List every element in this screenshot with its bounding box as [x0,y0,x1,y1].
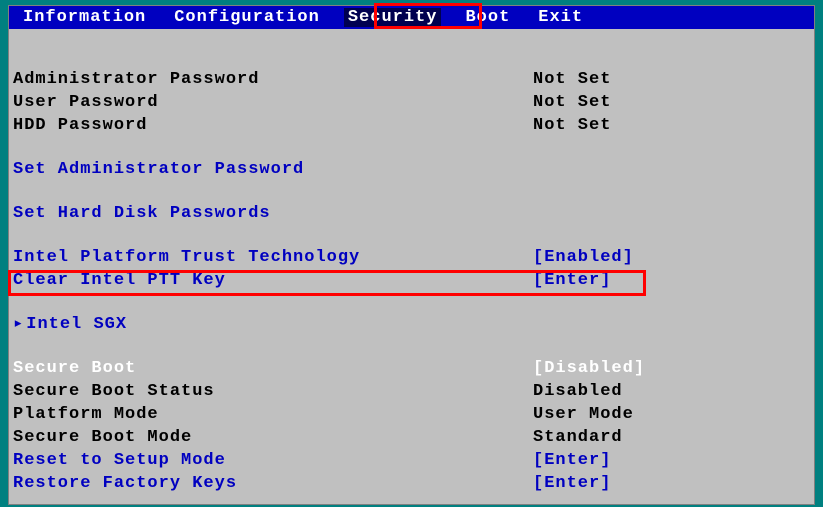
user-password-value: Not Set [533,92,611,113]
row-set-admin-password[interactable]: Set Administrator Password [13,158,810,181]
row-admin-password: Administrator Password Not Set [13,68,810,91]
admin-password-label: Administrator Password [13,69,533,90]
intel-ptt-value: [Enabled] [533,247,634,268]
platform-mode-value: User Mode [533,404,634,425]
content-area: Administrator Password Not Set User Pass… [9,29,814,499]
intel-ptt-label: Intel Platform Trust Technology [13,247,533,268]
hdd-password-label: HDD Password [13,115,533,136]
menu-boot[interactable]: Boot [461,8,514,27]
restore-factory-label: Restore Factory Keys [13,473,533,494]
row-clear-ptt[interactable]: Clear Intel PTT Key [Enter] [13,269,810,292]
menu-exit[interactable]: Exit [534,8,587,27]
row-restore-factory[interactable]: Restore Factory Keys [Enter] [13,472,810,495]
row-hdd-password: HDD Password Not Set [13,114,810,137]
user-password-label: User Password [13,92,533,113]
row-intel-sgx[interactable]: ▸Intel SGX [13,313,810,336]
admin-password-value: Not Set [533,69,611,90]
menu-configuration[interactable]: Configuration [170,8,324,27]
clear-ptt-value: [Enter] [533,270,611,291]
secure-boot-mode-value: Standard [533,427,623,448]
hdd-password-value: Not Set [533,115,611,136]
set-admin-password-label: Set Administrator Password [13,159,533,180]
set-hdd-passwords-label: Set Hard Disk Passwords [13,203,533,224]
intel-sgx-label: ▸Intel SGX [13,314,533,335]
platform-mode-label: Platform Mode [13,404,533,425]
clear-ptt-label: Clear Intel PTT Key [13,270,533,291]
secure-boot-mode-label: Secure Boot Mode [13,427,533,448]
row-platform-mode: Platform Mode User Mode [13,403,810,426]
secure-boot-status-value: Disabled [533,381,623,402]
row-secure-boot-status: Secure Boot Status Disabled [13,380,810,403]
row-secure-boot-mode: Secure Boot Mode Standard [13,426,810,449]
bios-window: Information Configuration Security Boot … [8,5,815,505]
menu-security[interactable]: Security [344,8,442,27]
row-secure-boot[interactable]: Secure Boot [Disabled] [13,357,810,380]
submenu-arrow-icon: ▸ [13,314,24,335]
menu-bar: Information Configuration Security Boot … [9,6,814,29]
secure-boot-value: [Disabled] [533,358,645,379]
menu-information[interactable]: Information [19,8,150,27]
secure-boot-label: Secure Boot [13,358,533,379]
row-intel-ptt[interactable]: Intel Platform Trust Technology [Enabled… [13,246,810,269]
secure-boot-status-label: Secure Boot Status [13,381,533,402]
row-user-password: User Password Not Set [13,91,810,114]
restore-factory-value: [Enter] [533,473,611,494]
row-set-hdd-passwords[interactable]: Set Hard Disk Passwords [13,202,810,225]
row-reset-setup[interactable]: Reset to Setup Mode [Enter] [13,449,810,472]
reset-setup-label: Reset to Setup Mode [13,450,533,471]
reset-setup-value: [Enter] [533,450,611,471]
